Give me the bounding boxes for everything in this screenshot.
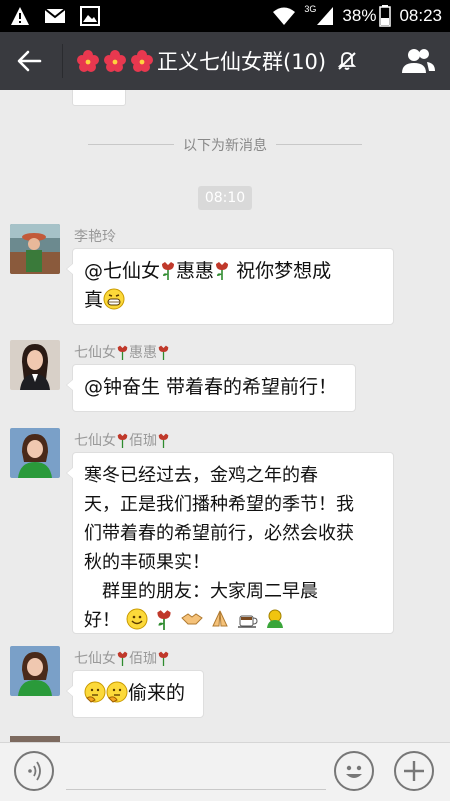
signal-icon [317,7,334,25]
plus-icon [404,761,424,781]
sender-name: 七仙女 佰珈 [74,430,170,450]
network-type: 3G [304,4,317,14]
wifi-icon [273,7,296,25]
sender-name: 七仙女 惠惠 [74,342,170,362]
message-text: 真 [84,289,104,311]
sender-name-part: 七仙女 [74,651,116,667]
voice-button[interactable] [14,751,54,791]
sender-name-part: 七仙女 [74,345,116,361]
message-text: @七仙女 [84,260,161,282]
avatar[interactable] [10,224,60,274]
message-text: 好！ [84,610,120,631]
sender-name-part: 佰珈 [129,651,157,667]
hibiscus-icon [104,50,126,72]
hibiscus-icon [131,50,153,72]
frog-icon [267,609,284,628]
rose-icon [157,610,172,630]
rose-icon [162,262,175,280]
thinking-face-icon [106,681,128,703]
rose-icon [117,651,128,666]
message-text: 寒冬已经过去，金鸡之年的春 [84,465,318,486]
header-divider [62,44,63,78]
members-icon[interactable] [400,46,436,76]
sender-name: 李艳玲 [74,229,116,245]
handshake-icon [181,613,203,625]
rose-icon [158,433,169,448]
previous-message-bubble[interactable] [72,90,126,106]
message-text: 惠惠 [176,260,215,282]
rose-icon [158,651,169,666]
new-messages-label: 以下为新消息 [183,138,267,154]
status-bar: 3G 38% 08:23 [0,0,450,32]
group-title-text: 正义七仙女群(10) [157,50,327,74]
rose-icon [117,433,128,448]
sender-name-part: 惠惠 [129,345,157,361]
rose-icon [216,262,229,280]
time-badge: 08:10 [198,186,252,210]
mute-icon [337,52,357,70]
back-arrow-icon[interactable] [14,46,44,76]
new-messages-divider: 以下为新消息 [0,135,450,155]
message-text: 秋的丰硕果实！ [84,552,210,573]
message-input[interactable] [66,789,326,790]
chat-header: 正义七仙女群(10) [0,32,450,90]
message-text: @钟奋生 带着春的希望前行！ [84,376,338,398]
battery-percent: 38% [342,6,377,25]
message-text: 偷来的 [128,682,186,704]
avatar[interactable] [10,340,60,390]
sender-name-part: 佰珈 [129,433,157,449]
message-text: 天，正是我们播种希望的季节！我 [84,494,354,515]
sender-name-part: 七仙女 [74,433,116,449]
rose-icon [158,345,169,360]
chat-area[interactable]: 以下为新消息 08:10 李艳玲 @七仙女 惠惠 祝你梦想成真 七仙女 惠惠 @钟奋… [0,90,450,742]
more-button[interactable] [394,751,434,791]
message-bubble[interactable]: 偷来的 [66,670,204,718]
image-icon [80,6,100,26]
praying-hands-icon [212,610,228,627]
avatar[interactable] [10,428,60,478]
thinking-face-icon [84,681,106,703]
rose-icon [117,345,128,360]
message-bubble[interactable]: @钟奋生 带着春的希望前行！ [66,364,356,412]
grinning-face-icon [103,288,125,310]
input-bar [0,742,450,801]
voice-icon [28,761,41,781]
mail-icon [44,8,66,23]
message-bubble[interactable]: 寒冬已经过去，金鸡之年的春 天，正是我们播种希望的季节！我 们带着春的希望前行，… [66,452,394,634]
message-text: 祝你梦想成 [236,260,332,282]
smiling-face-icon [126,608,148,630]
emoji-face-icon [346,765,362,778]
group-title: 正义七仙女群(10) [76,46,358,76]
coffee-icon [237,615,258,628]
battery-icon [379,5,392,27]
emoji-button[interactable] [334,751,374,791]
message-bubble[interactable]: @七仙女 惠惠 祝你梦想成真 [66,248,394,325]
hibiscus-icon [77,50,99,72]
avatar[interactable] [10,646,60,696]
warning-icon [11,7,29,25]
clock: 08:23 [399,6,442,25]
sender-name: 七仙女 佰珈 [74,648,170,668]
message-text: 们带着春的希望前行，必然会收获 [84,523,354,544]
message-text: 群里的朋友：大家周二早晨 [84,581,318,602]
